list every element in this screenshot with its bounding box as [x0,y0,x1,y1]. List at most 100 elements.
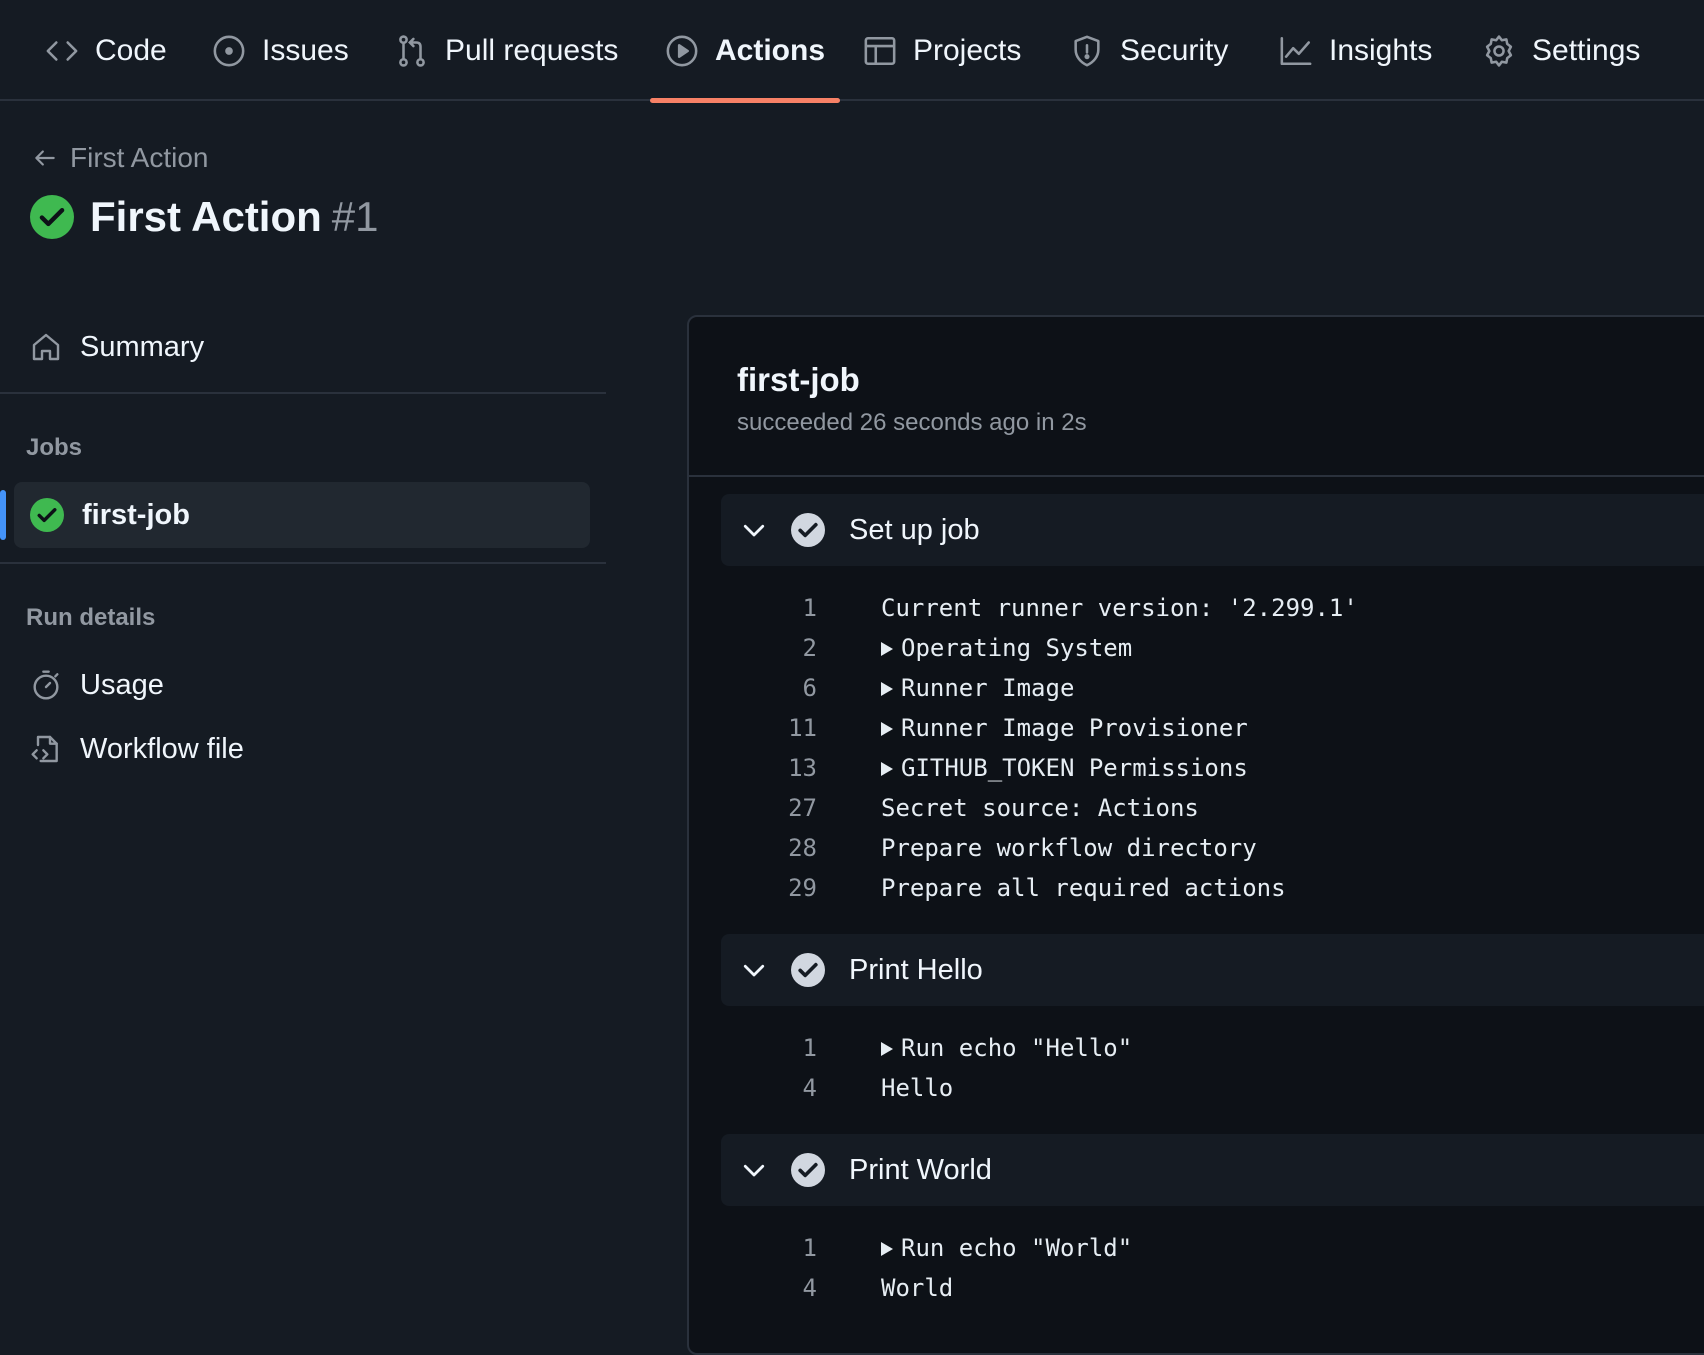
log-text: Runner Image Provisioner [901,714,1248,742]
tab-label: Settings [1532,33,1641,67]
line-number: 1 [802,1034,817,1062]
gear-icon [1485,34,1513,67]
log-line[interactable]: 1 Run echo "Hello" [721,1028,1704,1068]
step-label: Print World [849,1153,992,1186]
expand-triangle-icon[interactable] [881,682,893,696]
tab-insights[interactable]: Insights [1279,0,1432,101]
log-line[interactable]: 1 Run echo "World" [721,1228,1704,1268]
step-label: Print Hello [849,953,983,986]
tab-projects[interactable]: Projects [863,0,1021,101]
run-details-heading: Run details [26,604,156,631]
line-number: 4 [802,1074,817,1102]
expand-triangle-icon[interactable] [881,1042,893,1056]
log-line: 4 World [721,1268,1704,1308]
table-icon [864,36,896,65]
sidebar-item-label: Usage [80,668,164,701]
log-text: Secret source: Actions [881,794,1199,822]
log-text: Prepare all required actions [881,874,1286,902]
chevron-down-icon [743,964,765,977]
job-log-panel: first-job succeeded 26 seconds ago in 2s… [687,315,1704,1355]
repo-nav: Code Issues Pull requests Actions Projec… [0,0,1704,103]
log-text: World [881,1274,954,1302]
check-circle-icon [30,498,64,532]
issue-icon [213,35,245,66]
sidebar-divider [0,392,606,394]
step-set-up-job[interactable]: Set up job [721,494,1704,566]
play-icon [666,35,698,66]
sidebar-item-workflow-file[interactable]: Workflow file [14,716,590,782]
log-line: 1 Current runner version: '2.299.1' [721,588,1704,628]
check-circle-icon [791,513,825,547]
sidebar-item-label: first-job [82,498,190,531]
expand-triangle-icon[interactable] [881,762,893,776]
sidebar-item-label: Summary [80,330,205,363]
stopwatch-icon [33,670,59,700]
code-icon [46,40,78,61]
expand-triangle-icon[interactable] [881,722,893,736]
log-line: 4 Hello [721,1068,1704,1108]
tab-actions[interactable]: Actions [650,0,841,103]
sidebar-item-label: Workflow file [80,732,244,765]
tab-label: Issues [262,33,349,67]
job-title: first-job [737,361,860,398]
job-status: succeeded 26 seconds ago in 2s [737,409,1087,436]
check-circle-icon [30,195,74,239]
expand-triangle-icon[interactable] [881,1242,893,1256]
line-number: 13 [788,754,817,782]
log-text: Prepare workflow directory [881,834,1257,862]
log-line[interactable]: 13 GITHUB_TOKEN Permissions [721,748,1704,788]
file-code-icon [31,735,58,763]
back-link-label: First Action [70,142,209,173]
log-line: 28 Prepare workflow directory [721,828,1704,868]
line-number: 28 [788,834,817,862]
shield-icon [1074,35,1100,66]
active-job-indicator [0,490,6,540]
sidebar-item-first-job[interactable]: first-job [14,482,590,548]
pull-request-icon [399,34,425,67]
tab-label: Security [1120,33,1229,67]
log-text: Runner Image [901,674,1075,702]
log-line[interactable]: 2 Operating System [721,628,1704,668]
log-line: 29 Prepare all required actions [721,868,1704,908]
tab-pull-requests[interactable]: Pull requests [395,0,618,101]
tab-security[interactable]: Security [1070,0,1228,101]
step-print-world[interactable]: Print World [721,1134,1704,1206]
line-number: 4 [802,1274,817,1302]
line-number: 11 [788,714,817,742]
tab-settings[interactable]: Settings [1482,0,1640,101]
log-line[interactable]: 11 Runner Image Provisioner [721,708,1704,748]
line-number: 1 [802,1234,817,1262]
expand-triangle-icon[interactable] [881,642,893,656]
log-text: Operating System [901,634,1133,662]
check-circle-icon [791,953,825,987]
sidebar-item-summary[interactable]: Summary [14,314,590,380]
step-label: Set up job [849,513,980,546]
line-number: 29 [788,874,817,902]
check-circle-icon [791,1153,825,1187]
active-tab-underline [650,98,841,103]
run-number: #1 [331,193,379,240]
log-line: 27 Secret source: Actions [721,788,1704,828]
tab-label: Projects [913,33,1022,67]
job-header: first-job succeeded 26 seconds ago in 2s [689,317,1704,477]
log-line[interactable]: 6 Runner Image [721,668,1704,708]
tab-code[interactable]: Code [45,0,167,101]
line-number: 2 [802,634,817,662]
step-print-hello[interactable]: Print Hello [721,934,1704,1006]
sidebar-divider [0,562,606,564]
log-text: Current runner version: '2.299.1' [881,594,1358,622]
jobs-heading: Jobs [26,434,83,461]
graph-icon [1280,36,1312,65]
chevron-down-icon [743,1164,765,1177]
tab-label: Code [95,33,167,67]
run-title: First Action #1 [30,193,379,241]
sidebar-item-usage[interactable]: Usage [14,652,590,718]
home-icon [32,333,60,361]
chevron-down-icon [743,524,765,537]
log-text: Hello [881,1074,954,1102]
line-number: 1 [802,594,817,622]
tab-issues[interactable]: Issues [212,0,349,101]
line-number: 6 [802,674,817,702]
tab-label: Insights [1329,33,1433,67]
back-link[interactable]: First Action [32,142,208,174]
